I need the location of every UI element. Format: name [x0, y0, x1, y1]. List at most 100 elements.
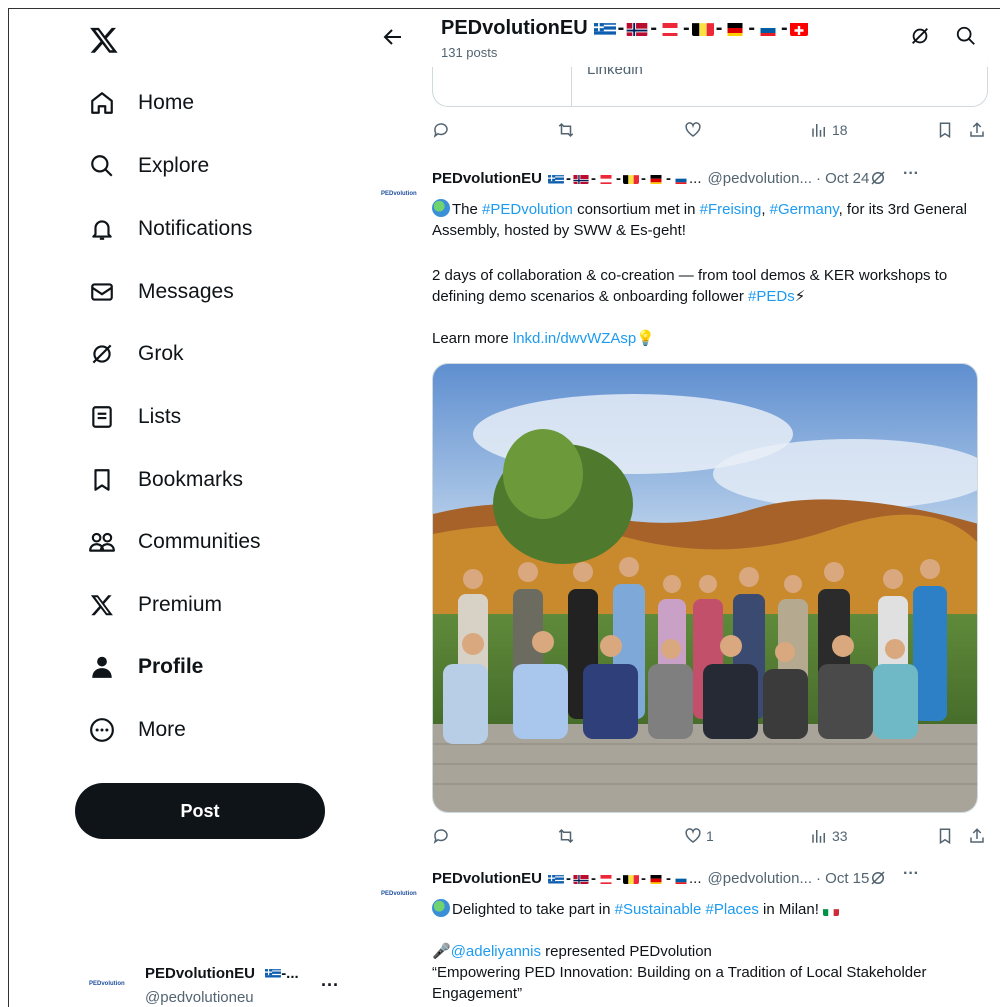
italy-flag-icon — [823, 905, 840, 916]
nav-label: Grok — [138, 342, 184, 365]
tweet-date[interactable]: · Oct 15 — [816, 870, 869, 887]
slovenia-flag-icon — [673, 873, 689, 884]
hashtag-link[interactable]: #Germany — [770, 201, 839, 218]
tweet-text: Delighted to take part in #Sustainable #… — [432, 899, 988, 920]
x-logo-icon[interactable] — [89, 25, 119, 55]
grok-icon[interactable] — [869, 869, 887, 892]
post-button[interactable]: Post — [75, 783, 325, 839]
author-name[interactable]: PEDvolutionEU — [432, 170, 542, 187]
x-icon — [85, 588, 119, 622]
nav-explore[interactable]: Explore — [85, 144, 223, 188]
tweet-text: “Empowering PED Innovation: Building on … — [432, 964, 927, 1002]
person-icon — [85, 650, 119, 684]
norway-flag-icon — [626, 21, 648, 36]
views-count: 18 — [832, 122, 848, 138]
share-icon[interactable] — [968, 121, 986, 139]
slovenia-flag-icon — [673, 173, 689, 184]
grok-icon[interactable] — [869, 169, 887, 192]
external-link[interactable]: lnkd.in/dwvWZAsp — [513, 330, 636, 347]
greece-flag-icon — [548, 173, 565, 184]
bookmark-icon — [85, 463, 119, 497]
nav-label: Lists — [138, 405, 182, 428]
more-options-icon[interactable]: ··· — [903, 165, 919, 183]
tweet[interactable]: PEDvolution PEDvolutionEU - - - - - ... … — [369, 865, 1000, 1007]
views-count: 33 — [832, 828, 848, 844]
reply-icon[interactable] — [432, 827, 450, 845]
hashtag-link[interactable]: #Freising — [700, 201, 762, 218]
tweet-actions: 1 33 — [432, 827, 988, 851]
likes-count: 1 — [706, 828, 714, 844]
nav-lists[interactable]: Lists — [85, 395, 195, 439]
author-name[interactable]: PEDvolutionEU — [432, 870, 542, 887]
flags-icon: - - - - - — [548, 870, 689, 887]
tweet-date[interactable]: · Oct 24 — [816, 170, 869, 187]
tweet-photo[interactable] — [432, 363, 978, 813]
microphone-icon: 🎤 — [432, 943, 451, 960]
nav-grok[interactable]: Grok — [85, 332, 198, 376]
avatar[interactable]: PEDvolution — [381, 891, 427, 911]
germany-flag-icon — [648, 173, 664, 184]
hashtag-link[interactable]: #Sustainable — [615, 901, 702, 918]
tweet[interactable]: PEDvolution PEDvolutionEU - - - - - ... … — [369, 165, 1000, 867]
sidebar: Home Explore Notifications Messages Grok — [9, 9, 369, 1007]
hashtag-link[interactable]: #Places — [706, 901, 759, 918]
tweet-text: The #PEDvolution consortium met in #Frei… — [432, 199, 967, 239]
share-icon[interactable] — [968, 827, 986, 845]
nav-label: Explore — [138, 154, 210, 177]
hashtag-link[interactable]: #PEDs — [748, 288, 795, 305]
search-icon[interactable] — [955, 25, 977, 52]
tweet-actions: 18 — [432, 121, 988, 145]
views-stat[interactable]: 18 — [810, 121, 848, 139]
profile-header: PEDvolutionEU - - - - - - 131 posts — [369, 9, 1000, 67]
flags-icon: - - - - - — [548, 170, 689, 187]
avatar: PEDvolution — [89, 981, 125, 987]
tweet-text: 🎤@adeliyannis represented PEDvolution — [432, 943, 712, 960]
back-arrow-icon[interactable] — [381, 25, 405, 49]
hashtag-link[interactable]: #PEDvolution — [482, 201, 573, 218]
flags-icon: - - - - - - — [593, 17, 808, 40]
grok-icon[interactable] — [909, 25, 931, 52]
tweet-text: 2 days of collaboration & co-creation — … — [432, 267, 948, 305]
mention-link[interactable]: @adeliyannis — [451, 943, 541, 960]
greece-flag-icon — [265, 967, 282, 978]
views-stat[interactable]: 33 — [810, 827, 848, 845]
nav-label: Bookmarks — [138, 468, 244, 491]
account-menu-icon[interactable]: ··· — [321, 975, 339, 996]
list-icon — [85, 400, 119, 434]
germany-flag-icon — [648, 873, 664, 884]
like-button[interactable]: 1 — [684, 827, 714, 845]
nav-premium[interactable]: Premium — [85, 583, 236, 627]
nav-profile[interactable]: Profile — [85, 645, 217, 689]
author-handle[interactable]: @pedvolution... — [708, 170, 812, 187]
nav-label: More — [138, 718, 186, 741]
repost-icon[interactable] — [556, 121, 576, 139]
page-title: PEDvolutionEU - - - - - - — [441, 17, 808, 40]
greece-flag-icon — [548, 873, 565, 884]
posts-count: 131 posts — [441, 45, 498, 60]
search-icon — [85, 149, 119, 183]
nav-more[interactable]: More — [85, 708, 200, 752]
main-column: Linkedin PEDvolutionEU - - - - - - 131 p… — [369, 9, 1000, 1007]
account-switcher[interactable]: PEDvolution PEDvolutionEU -... @pedvolut… — [89, 961, 359, 1007]
nav-bookmarks[interactable]: Bookmarks — [85, 458, 257, 502]
nav-label: Profile — [138, 655, 204, 678]
bookmark-icon[interactable] — [936, 121, 954, 139]
reply-icon[interactable] — [432, 121, 450, 139]
author-handle[interactable]: @pedvolution... — [708, 870, 812, 887]
nav-notifications[interactable]: Notifications — [85, 207, 266, 251]
avatar[interactable]: PEDvolution — [381, 191, 427, 211]
nav-home[interactable]: Home — [85, 81, 208, 125]
austria-flag-icon — [659, 21, 681, 36]
flags-icon — [265, 967, 282, 978]
like-icon[interactable] — [684, 121, 702, 139]
nav-messages[interactable]: Messages — [85, 270, 248, 314]
nav-communities[interactable]: Communities — [85, 520, 275, 564]
belgium-flag-icon — [691, 21, 714, 36]
people-icon — [85, 525, 119, 559]
repost-icon[interactable] — [556, 827, 576, 845]
bell-icon — [85, 212, 119, 246]
more-options-icon[interactable]: ··· — [903, 865, 919, 883]
lightbulb-icon: 💡 — [636, 330, 655, 347]
bookmark-icon[interactable] — [936, 827, 954, 845]
envelope-icon — [85, 275, 119, 309]
